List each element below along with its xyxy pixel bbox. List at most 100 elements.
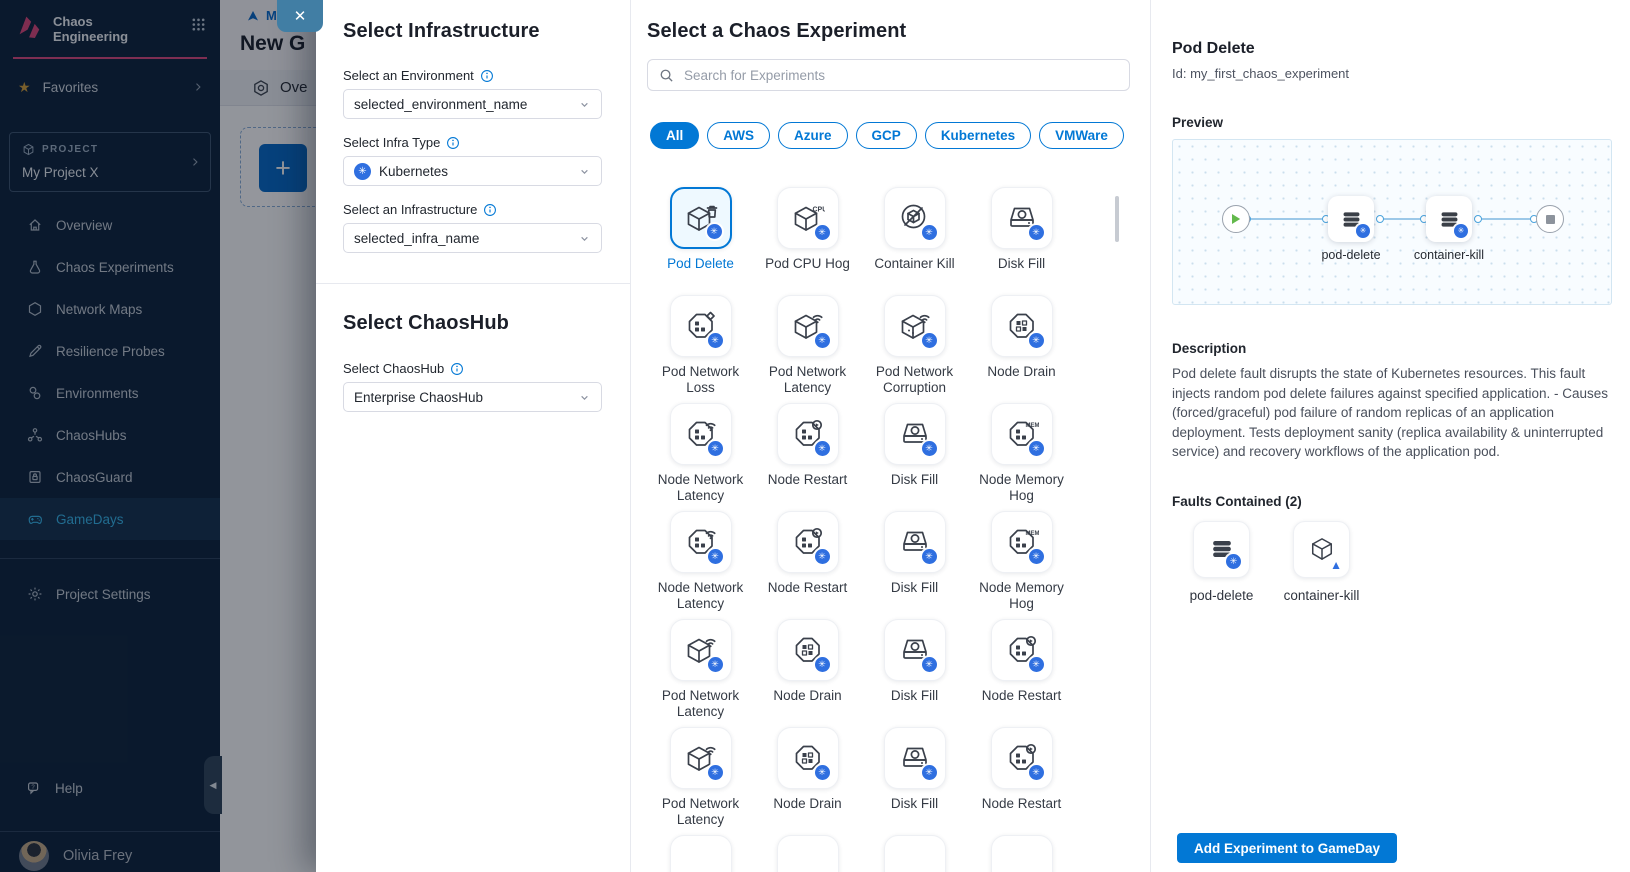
experiment-card-node-memory-hog[interactable]: MEM✳ [991, 403, 1053, 465]
infra-type-select[interactable]: ✳ Kubernetes [343, 156, 602, 186]
filter-pill-kubernetes[interactable]: Kubernetes [925, 122, 1031, 149]
kubernetes-badge-icon: ✳ [922, 441, 937, 456]
experiment-card-node-restart[interactable]: ✳ [777, 403, 839, 465]
kubernetes-badge-icon: ✳ [815, 657, 830, 672]
chaoshub-select[interactable]: Enterprise ChaosHub [343, 382, 602, 412]
preview-label: Preview [1172, 115, 1612, 130]
filter-pill-aws[interactable]: AWS [707, 122, 770, 149]
pipeline-start-node[interactable] [1222, 205, 1250, 233]
experiment-card-pod-network-latency[interactable]: ✳ [777, 295, 839, 357]
close-icon[interactable]: ✕ [277, 0, 323, 32]
experiment-cell [754, 835, 861, 872]
fault-item: ✳pod-delete [1193, 521, 1250, 603]
experiment-card-label: Pod Network Loss [649, 364, 753, 396]
experiment-card-label: Pod Network Latency [649, 688, 753, 720]
pipeline-node-container-kill[interactable]: ✳ [1426, 196, 1472, 242]
filter-pill-vmware[interactable]: VMWare [1039, 122, 1124, 149]
experiment-cell: ✳Pod Network Corruption [861, 295, 968, 403]
add-experiment-to-gameday-button[interactable]: Add Experiment to GameDay [1177, 833, 1397, 863]
filter-pill-all[interactable]: All [650, 122, 699, 149]
kubernetes-badge-icon: ✳ [815, 225, 830, 240]
filter-pill-azure[interactable]: Azure [778, 122, 848, 149]
experiment-card-node-network-latency[interactable]: ✳ [670, 403, 732, 465]
kubernetes-badge-icon: ✳ [708, 549, 723, 564]
kubernetes-badge-icon: ✳ [708, 657, 723, 672]
experiment-card-pod-network-corruption[interactable]: ✳ [884, 295, 946, 357]
experiment-cell: ✳Node Drain [754, 727, 861, 835]
pipeline-edge [1379, 218, 1424, 220]
experiment-card-pod-network-latency[interactable]: ✳ [670, 727, 732, 789]
search-icon [659, 68, 674, 83]
kubernetes-badge-icon: ✳ [1226, 554, 1241, 569]
experiment-card-disk-fill[interactable]: ✳ [884, 727, 946, 789]
experiment-card-node-drain[interactable]: ✳ [777, 619, 839, 681]
kubernetes-badge-icon: ✳ [815, 441, 830, 456]
experiment-cell: ✳Disk Fill [861, 511, 968, 619]
info-icon[interactable] [446, 136, 460, 150]
experiment-card-disk-fill[interactable]: ✳ [884, 403, 946, 465]
experiment-cell: ✳ Pod Network Latency [647, 619, 754, 727]
experiment-cell: ✳ Pod Network Loss [647, 295, 754, 403]
experiment-cell: ✳Disk Fill [861, 403, 968, 511]
experiment-card-label: Node Memory Hog [970, 580, 1074, 612]
experiment-card-pod-network-loss[interactable]: ✳ [670, 295, 732, 357]
experiment-card-node-restart[interactable]: ✳ [777, 511, 839, 573]
kubernetes-badge-icon: ✳ [1029, 225, 1044, 240]
experiment-card-partial[interactable] [884, 835, 946, 872]
experiment-cell: ✳Node Restart [968, 619, 1075, 727]
info-icon[interactable] [450, 362, 464, 376]
screen: My Proj New G Ove + Chaos Engineering [0, 0, 1630, 872]
search-input[interactable] [682, 67, 1118, 84]
experiment-cell: ✳Pod Network Latency [754, 295, 861, 403]
experiment-card-partial[interactable] [777, 835, 839, 872]
experiment-card-label: Node Memory Hog [970, 472, 1074, 504]
info-icon[interactable] [480, 69, 494, 83]
experiment-card-disk-fill[interactable]: ✳ [884, 511, 946, 573]
experiment-card-node-network-latency[interactable]: ✳ [670, 511, 732, 573]
experiment-card-container-kill[interactable]: ✳ [884, 187, 946, 249]
fault-card-container-kill[interactable]: ▲ [1293, 521, 1350, 578]
experiment-card-pod-cpu-hog[interactable]: CPU ✳ [777, 187, 839, 249]
experiment-card-disk-fill[interactable]: ✳ [884, 619, 946, 681]
experiment-card-node-drain[interactable]: ✳ [991, 295, 1053, 357]
infrastructure-select[interactable]: selected_infra_name [343, 223, 602, 253]
scrollbar-thumb[interactable] [1115, 196, 1119, 242]
experiment-card-label: Pod CPU Hog [765, 256, 850, 272]
chevron-down-icon [578, 232, 591, 245]
infrastructure-panel: Select Infrastructure Select an Environm… [316, 0, 630, 872]
info-icon[interactable] [483, 203, 497, 217]
kubernetes-badge-icon: ✳ [708, 333, 723, 348]
environment-select[interactable]: selected_environment_name [343, 89, 602, 119]
svg-text:CPU: CPU [812, 207, 825, 214]
environment-label: Select an Environment [343, 68, 602, 83]
experiment-cell: MEM✳ Node Memory Hog [968, 511, 1075, 619]
experiment-card-disk-fill[interactable]: ✳ [991, 187, 1053, 249]
experiment-cell [968, 835, 1075, 872]
infra-type-label: Select Infra Type [343, 135, 602, 150]
experiment-card-pod-network-latency[interactable]: ✳ [670, 619, 732, 681]
experiment-cell: ✳Disk Fill [861, 727, 968, 835]
experiment-card-pod-delete[interactable]: ✳ [670, 187, 732, 249]
experiment-card-node-restart[interactable]: ✳ [991, 727, 1053, 789]
experiment-card-node-restart[interactable]: ✳ [991, 619, 1053, 681]
kubernetes-badge-icon: ✳ [1029, 657, 1044, 672]
pipeline-edge [1249, 218, 1326, 220]
pipeline-end-node[interactable] [1536, 205, 1564, 233]
svg-text:MEM: MEM [1025, 423, 1039, 429]
experiment-picker-panel: Select a Chaos Experiment AllAWSAzureGCP… [630, 0, 1151, 872]
filter-pill-gcp[interactable]: GCP [856, 122, 917, 149]
pipeline-node-label: pod-delete [1321, 248, 1380, 262]
experiment-cell: ✳Disk Fill [861, 619, 968, 727]
experiment-card-label: Pod Network Latency [649, 796, 753, 828]
modal-backdrop[interactable] [0, 0, 316, 872]
experiment-card-partial[interactable] [670, 835, 732, 872]
kubernetes-badge-icon: ✳ [707, 224, 722, 239]
experiment-card-node-drain[interactable]: ✳ [777, 727, 839, 789]
experiment-cell: ✳Container Kill [861, 187, 968, 295]
experiment-cell: ✳Pod Delete [647, 187, 754, 295]
fault-card-pod-delete[interactable]: ✳ [1193, 521, 1250, 578]
experiment-card-partial[interactable] [991, 835, 1053, 872]
pipeline-node-pod-delete[interactable]: ✳ [1328, 196, 1374, 242]
experiment-card-node-memory-hog[interactable]: MEM✳ [991, 511, 1053, 573]
chevron-down-icon [578, 98, 591, 111]
